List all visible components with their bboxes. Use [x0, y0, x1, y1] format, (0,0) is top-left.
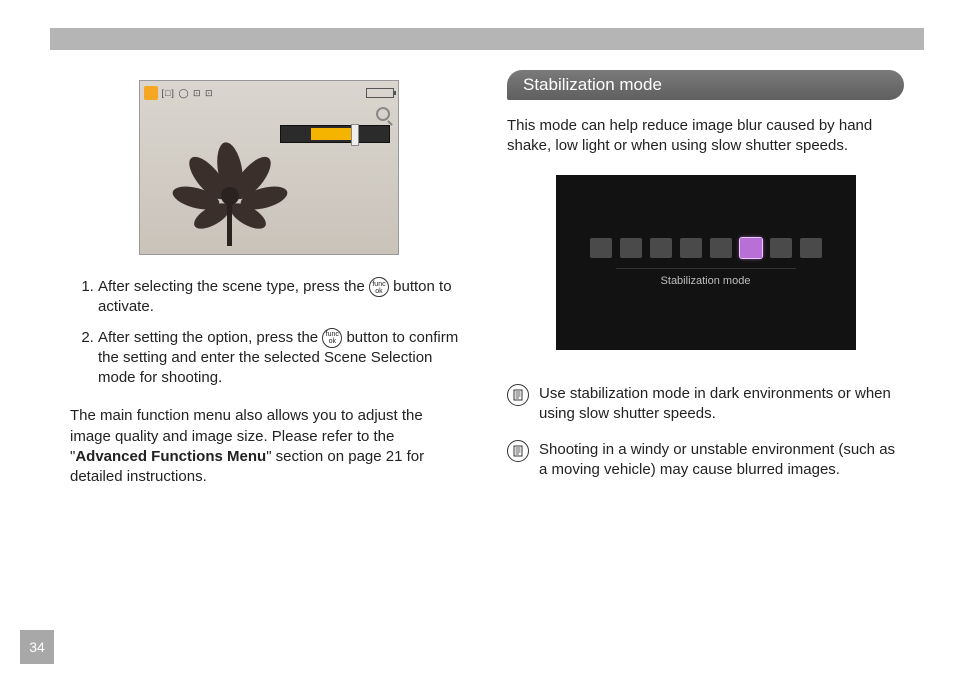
note-1: Use stabilization mode in dark environme… — [507, 384, 904, 425]
mode-icon-selected — [740, 238, 762, 258]
left-column: [□] ◯ ⊡ ⊡ — [70, 70, 467, 614]
note-icon — [507, 384, 529, 406]
battery-icon — [366, 88, 394, 98]
right-column: Stabilization mode This mode can help re… — [507, 70, 904, 614]
mode-icon — [620, 238, 642, 258]
section-heading-text: Stabilization mode — [523, 75, 662, 95]
figure-caption: Stabilization mode — [616, 268, 796, 287]
mode-icon — [770, 238, 792, 258]
mode-icon-row — [590, 238, 822, 258]
content-columns: [□] ◯ ⊡ ⊡ — [70, 70, 904, 614]
section-intro: This mode can help reduce image blur cau… — [507, 116, 904, 157]
instruction-steps: After selecting the scene type, press th… — [70, 277, 467, 388]
func-ok-button-icon: func ok — [322, 328, 342, 348]
note-2-text: Shooting in a windy or unstable environm… — [539, 440, 904, 481]
mode-icon — [590, 238, 612, 258]
section-heading: Stabilization mode — [507, 70, 904, 100]
magnifier-icon — [376, 107, 390, 121]
mode-icon — [650, 238, 672, 258]
main-paragraph: The main function menu also allows you t… — [70, 406, 467, 487]
step-1: After selecting the scene type, press th… — [98, 277, 467, 318]
mode-selection-figure: Stabilization mode — [556, 175, 856, 350]
slider-fill — [311, 128, 353, 140]
sample-flower-image — [160, 126, 310, 246]
mode-indicator-icon — [144, 86, 158, 100]
page-number-text: 34 — [29, 639, 45, 655]
mode-icon — [710, 238, 732, 258]
header-bar — [50, 28, 924, 50]
manual-page: [□] ◯ ⊡ ⊡ — [0, 0, 954, 694]
slider-handle — [351, 124, 359, 146]
note-icon — [507, 440, 529, 462]
step-1-pre: After selecting the scene type, press th… — [98, 278, 369, 295]
step-2: After setting the option, press the func… — [98, 328, 467, 389]
func-ok-button-icon: func ok — [369, 277, 389, 297]
mode-icon — [800, 238, 822, 258]
page-number: 34 — [20, 630, 54, 664]
step-2-pre: After setting the option, press the — [98, 329, 322, 346]
note-2: Shooting in a windy or unstable environm… — [507, 440, 904, 481]
paragraph-bold: Advanced Functions Menu — [75, 448, 266, 465]
note-1-text: Use stabilization mode in dark environme… — [539, 384, 904, 425]
mode-icon — [680, 238, 702, 258]
camera-preview-topbar: [□] ◯ ⊡ ⊡ — [144, 85, 394, 101]
camera-preview-figure: [□] ◯ ⊡ ⊡ — [139, 80, 399, 255]
status-icons: [□] ◯ ⊡ ⊡ — [162, 88, 214, 99]
